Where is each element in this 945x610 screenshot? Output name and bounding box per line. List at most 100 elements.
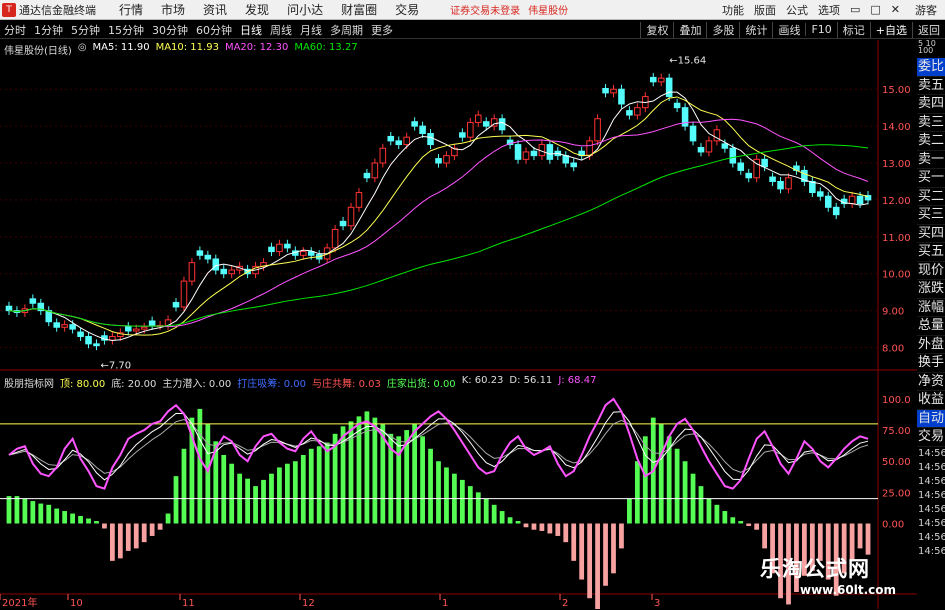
auto-trade-tab[interactable]: 交易 [917, 428, 945, 447]
candle-body [5, 305, 13, 312]
candle-body [371, 162, 379, 179]
green-bar [213, 441, 219, 524]
menu-trade[interactable]: 交易 [395, 1, 419, 18]
quote-tab[interactable]: 卖一 [917, 151, 945, 169]
quote-tab[interactable]: 涨跌 [917, 280, 945, 299]
f10-button[interactable]: F10 [805, 23, 836, 36]
indicator-name[interactable]: 股朋指标网 [4, 375, 54, 390]
quote-tab[interactable]: 现价 [917, 262, 945, 280]
period-tab[interactable]: 1分钟 [30, 22, 67, 38]
menu-quotes[interactable]: 行情 [119, 1, 143, 18]
multi-stock-button[interactable]: 多股 [706, 21, 739, 38]
quote-tab[interactable]: 换手 [917, 354, 945, 373]
period-tab-daily[interactable]: 日线 [236, 22, 266, 38]
green-bar [658, 423, 664, 524]
menu-wealth[interactable]: 财富圈 [341, 1, 377, 18]
statistics-button[interactable]: 统计 [739, 21, 772, 38]
green-bar [491, 504, 497, 524]
period-tab[interactable]: 多周期 [326, 22, 367, 38]
quote-tab[interactable]: 外盘 [917, 336, 945, 354]
candle-body [864, 195, 872, 201]
period-tab-more[interactable]: 更多 [367, 22, 397, 38]
quote-tab[interactable]: 买二 [917, 188, 945, 206]
candle-body [379, 147, 387, 164]
candle-body [252, 265, 259, 275]
menu-market[interactable]: 市场 [161, 1, 185, 18]
green-bar [483, 498, 489, 524]
menu-formula[interactable]: 公式 [786, 2, 808, 18]
candle-body [180, 280, 188, 308]
green-bar [86, 518, 91, 524]
candle-body [148, 320, 156, 326]
menu-layout[interactable]: 版面 [754, 2, 776, 18]
period-tab[interactable]: 30分钟 [148, 22, 192, 38]
quote-tab[interactable]: 卖四 [917, 95, 945, 114]
app-logo-icon: T [2, 2, 16, 17]
minimize-icon[interactable]: ▭ [850, 3, 860, 16]
pink-bar [857, 523, 863, 549]
menu-function[interactable]: 功能 [722, 2, 744, 18]
green-bar [205, 423, 211, 524]
auto-trade-tab[interactable]: 自动 [917, 409, 945, 428]
quote-tab[interactable]: 净资 [917, 373, 945, 391]
quote-tab[interactable]: 卖三 [917, 114, 945, 132]
candle-body [681, 107, 689, 127]
period-tab[interactable]: 分时 [0, 22, 30, 38]
app-title: 通达信金融终端 [19, 3, 96, 17]
ma-toggle-icon[interactable]: ◎ [78, 42, 87, 57]
period-tab[interactable]: 周线 [266, 22, 296, 38]
quote-tab[interactable]: 买四 [917, 225, 945, 243]
period-tab[interactable]: 15分钟 [104, 22, 148, 38]
candle-body [268, 246, 275, 253]
period-tab[interactable]: 5分钟 [67, 22, 104, 38]
green-bar [682, 461, 688, 524]
candle-body [172, 302, 180, 308]
period-tab[interactable]: 60分钟 [192, 22, 236, 38]
quote-tab[interactable]: 买一 [917, 169, 945, 188]
quote-tab[interactable]: 委比 [917, 58, 945, 77]
trade-time: 14:56 [918, 489, 945, 501]
menu-discover[interactable]: 发现 [245, 1, 269, 18]
restore-rights-button[interactable]: 复权 [640, 21, 673, 38]
green-bar [499, 511, 505, 524]
add-watchlist-button[interactable]: +自选 [869, 21, 912, 38]
quote-tab[interactable]: 卖二 [917, 132, 945, 151]
trade-time: 14:56 [918, 447, 945, 459]
overlay-button[interactable]: 叠加 [673, 21, 706, 38]
mark-button[interactable]: 标记 [836, 21, 870, 38]
candle-body [53, 322, 60, 328]
green-bar [420, 436, 425, 524]
kline-chart[interactable]: 8.00 9.00 10.00 11.00 12.00 13.00 14.00 15.00 0.… [0, 0, 945, 609]
date-tick-label: 3 [654, 598, 660, 609]
quote-tab[interactable]: 卖五 [917, 77, 945, 95]
draw-line-button[interactable]: 画线 [772, 21, 805, 38]
period-tab[interactable]: 月线 [296, 22, 326, 38]
stock-name[interactable]: 伟星股份(日线) [4, 42, 72, 57]
menu-news[interactable]: 资讯 [203, 1, 227, 18]
pink-bar [102, 523, 107, 529]
user-label[interactable]: 游客 [915, 2, 937, 18]
trade-login-notice[interactable]: 证券交易未登录 [450, 2, 520, 17]
quote-tab[interactable]: 总量 [917, 317, 945, 336]
green-bar [197, 408, 203, 524]
green-bar [54, 508, 60, 524]
green-bar [738, 521, 744, 524]
candle-body [61, 324, 68, 328]
green-bar [253, 486, 258, 524]
quote-tab[interactable]: 买三 [917, 206, 945, 225]
menu-ask[interactable]: 问小达 [287, 1, 323, 18]
green-bar [452, 473, 457, 524]
quote-tab[interactable]: 收益 [917, 391, 945, 410]
menu-options[interactable]: 选项 [818, 2, 840, 18]
close-icon[interactable]: ✕ [891, 3, 900, 16]
quote-tab[interactable]: 涨幅 [917, 299, 945, 317]
candle-body [848, 195, 856, 205]
maximize-icon[interactable]: □ [870, 3, 880, 16]
back-button[interactable]: 返回 [912, 21, 945, 38]
dealer-out-value: 庄家出货: 0.00 [386, 379, 456, 390]
candle-body [618, 88, 625, 105]
candle-body [665, 77, 673, 98]
date-tick-label: 11 [182, 598, 195, 609]
quote-tab[interactable]: 买五 [917, 243, 945, 262]
candle-body [578, 150, 585, 157]
